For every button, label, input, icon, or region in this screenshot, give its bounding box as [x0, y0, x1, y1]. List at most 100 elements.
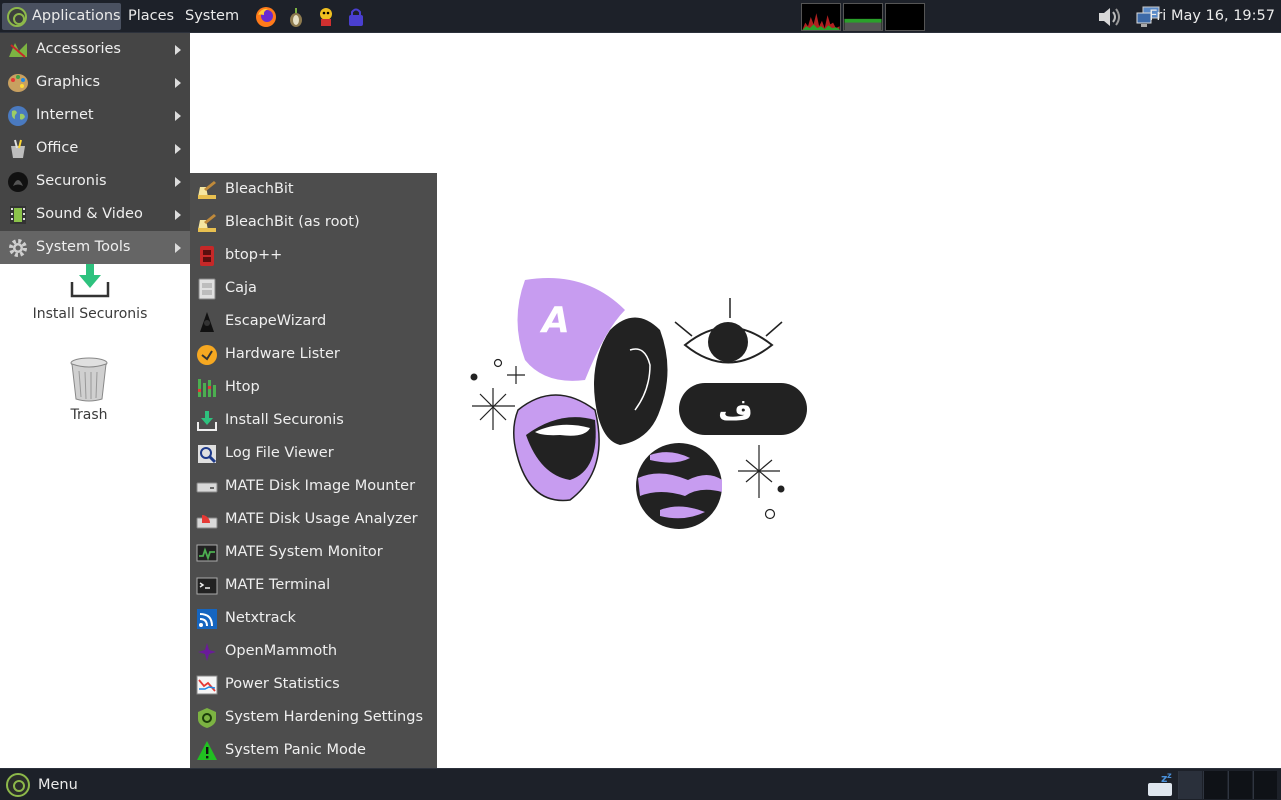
submenu-arrow-icon	[175, 45, 181, 55]
submenu-item-btop[interactable]: btop++	[190, 239, 437, 272]
trash-desktop-icon[interactable]: Trash	[54, 355, 124, 423]
accessories-icon	[9, 43, 27, 58]
file-cabinet-icon	[198, 278, 216, 300]
submenu-item-disk-usage-analyzer[interactable]: MATE Disk Usage Analyzer	[190, 503, 437, 536]
submenu-arrow-icon	[175, 144, 181, 154]
tor-browser-icon[interactable]	[285, 6, 307, 28]
menu-item-office[interactable]: Office	[0, 132, 190, 165]
bottom-panel: Menu z z	[0, 768, 1281, 800]
trash-icon	[70, 357, 108, 402]
submenu-item-label: System Panic Mode	[225, 742, 366, 758]
network-monitor-graph[interactable]	[885, 3, 925, 31]
submenu-item-label: EscapeWizard	[225, 313, 327, 329]
wallpaper-illustration: A ف	[470, 278, 807, 529]
submenu-item-power-statistics[interactable]: Power Statistics	[190, 668, 437, 701]
applications-menu-button[interactable]: Applications	[2, 3, 121, 30]
volume-icon[interactable]	[1096, 4, 1122, 30]
disk-image-icon	[196, 482, 218, 493]
warning-icon	[197, 741, 217, 760]
menu-item-securonis[interactable]: Securonis	[0, 165, 190, 198]
menu-button-label: Menu	[38, 777, 78, 793]
applications-dropdown: Accessories Graphics Internet Office Sec…	[0, 33, 190, 264]
applications-label: Applications	[32, 8, 121, 24]
htop-icon	[198, 379, 216, 397]
submenu-item-label: Netxtrack	[225, 610, 296, 626]
install-download-icon	[197, 411, 217, 431]
film-strip-icon	[10, 206, 26, 224]
menu-item-graphics[interactable]: Graphics	[0, 66, 190, 99]
menu-item-label: Securonis	[36, 173, 107, 189]
netxtrack-wifi-icon	[197, 609, 217, 629]
menu-item-label: Sound & Video	[36, 206, 143, 222]
menu-item-label: Internet	[36, 107, 94, 123]
install-securonis-desktop-icon[interactable]: Install Securonis	[28, 262, 152, 322]
submenu-item-install-securonis[interactable]: Install Securonis	[190, 404, 437, 437]
submenu-item-disk-image-mounter[interactable]: MATE Disk Image Mounter	[190, 470, 437, 503]
submenu-item-bleachbit-root[interactable]: BleachBit (as root)	[190, 206, 437, 239]
power-statistics-icon	[196, 675, 218, 695]
workspace-3[interactable]	[1228, 771, 1252, 799]
shield-gear-icon	[198, 708, 216, 728]
submenu-item-label: Install Securonis	[225, 412, 344, 428]
submenu-item-panic-mode[interactable]: System Panic Mode	[190, 734, 437, 767]
submenu-item-label: System Hardening Settings	[225, 709, 423, 725]
menu-item-system-tools[interactable]: System Tools	[0, 231, 190, 264]
submenu-item-netxtrack[interactable]: Netxtrack	[190, 602, 437, 635]
submenu-item-system-hardening[interactable]: System Hardening Settings	[190, 701, 437, 734]
submenu-item-escapewizard[interactable]: EscapeWizard	[190, 305, 437, 338]
menu-item-accessories[interactable]: Accessories	[0, 33, 190, 66]
dns-lock-icon[interactable]	[345, 6, 367, 28]
submenu-item-log-file-viewer[interactable]: Log File Viewer	[190, 437, 437, 470]
menu-item-label: Graphics	[36, 74, 101, 90]
submenu-item-openmammoth[interactable]: OpenMammoth	[190, 635, 437, 668]
submenu-item-htop[interactable]: Htop	[190, 371, 437, 404]
disk-usage-icon	[196, 515, 218, 529]
sleep-indicator-icon[interactable]: z z	[1146, 771, 1176, 799]
mint-menu-logo-icon	[6, 773, 30, 797]
submenu-item-caja[interactable]: Caja	[190, 272, 437, 305]
places-menu-button[interactable]: Places	[122, 3, 180, 30]
clock[interactable]: Fri May 16, 19:57	[1149, 3, 1275, 30]
app-launcher-icon[interactable]	[315, 6, 337, 28]
workspace-4[interactable]	[1253, 771, 1277, 799]
hardware-lister-icon	[197, 345, 217, 365]
system-menu-button[interactable]: System	[179, 3, 245, 30]
submenu-item-label: MATE Terminal	[225, 577, 331, 593]
submenu-item-bleachbit[interactable]: BleachBit	[190, 173, 437, 206]
workspace-2[interactable]	[1203, 771, 1227, 799]
install-download-icon	[70, 264, 110, 298]
submenu-item-label: MATE System Monitor	[225, 544, 383, 560]
submenu-item-label: OpenMammoth	[225, 643, 338, 659]
system-monitor-icon	[196, 544, 218, 562]
openmammoth-icon	[198, 643, 216, 661]
wizard-icon	[200, 312, 214, 332]
menu-item-internet[interactable]: Internet	[0, 99, 190, 132]
submenu-arrow-icon	[175, 210, 181, 220]
office-icon	[11, 139, 25, 158]
top-panel: Applications Places System Fri May 16, 1…	[0, 0, 1281, 33]
submenu-item-system-monitor[interactable]: MATE System Monitor	[190, 536, 437, 569]
submenu-item-hardware-lister[interactable]: Hardware Lister	[190, 338, 437, 371]
svg-text:z: z	[1167, 771, 1172, 780]
submenu-item-label: Htop	[225, 379, 260, 395]
btop-icon	[200, 246, 214, 266]
submenu-item-terminal[interactable]: MATE Terminal	[190, 569, 437, 602]
globe-icon	[8, 106, 28, 126]
trash-label: Trash	[70, 407, 108, 423]
workspace-1[interactable]	[1178, 771, 1202, 799]
menu-item-label: Office	[36, 140, 79, 156]
bleachbit-icon	[198, 181, 216, 199]
memory-monitor-graph[interactable]	[843, 3, 883, 31]
submenu-item-label: BleachBit (as root)	[225, 214, 360, 230]
firefox-icon[interactable]	[255, 6, 277, 28]
menu-button[interactable]: Menu	[2, 771, 82, 799]
gear-icon	[9, 239, 27, 257]
menu-item-sound-video[interactable]: Sound & Video	[0, 198, 190, 231]
log-viewer-icon	[198, 445, 217, 464]
submenu-item-label: BleachBit	[225, 181, 294, 197]
submenu-item-label: Power Statistics	[225, 676, 340, 692]
securonis-icon	[8, 172, 28, 192]
install-securonis-label: Install Securonis	[32, 306, 148, 322]
cpu-monitor-graph[interactable]	[801, 3, 841, 31]
submenu-item-label: btop++	[225, 247, 283, 263]
